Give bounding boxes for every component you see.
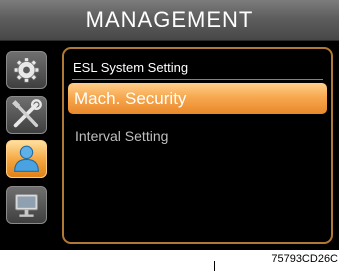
figure-code: 75793CD26C [271,253,338,265]
page-title: MANAGEMENT [85,7,254,32]
menu-item-mach-security[interactable]: Mach. Security [68,83,327,114]
divider-mark [214,261,215,271]
page: MANAGEMENT ESL System Setting Mach. Secu… [0,0,344,271]
tools-icon [12,99,42,128]
sidebar-item-display[interactable] [6,186,47,224]
user-icon [14,145,39,172]
settings-panel: ESL System Setting Mach. Security Interv… [62,47,333,244]
sidebar-item-tools[interactable] [6,96,47,134]
monitor-icon [15,194,38,217]
display-screen: MANAGEMENT ESL System Setting Mach. Secu… [0,0,339,250]
menu-item-interval-setting[interactable]: Interval Setting [75,128,168,144]
header-divider [72,79,323,80]
title-bar: MANAGEMENT [0,0,339,41]
sidebar-item-user[interactable] [6,140,47,178]
sidebar-item-settings[interactable] [6,51,47,89]
panel-header: ESL System Setting [73,60,189,75]
gear-icon [13,57,40,83]
